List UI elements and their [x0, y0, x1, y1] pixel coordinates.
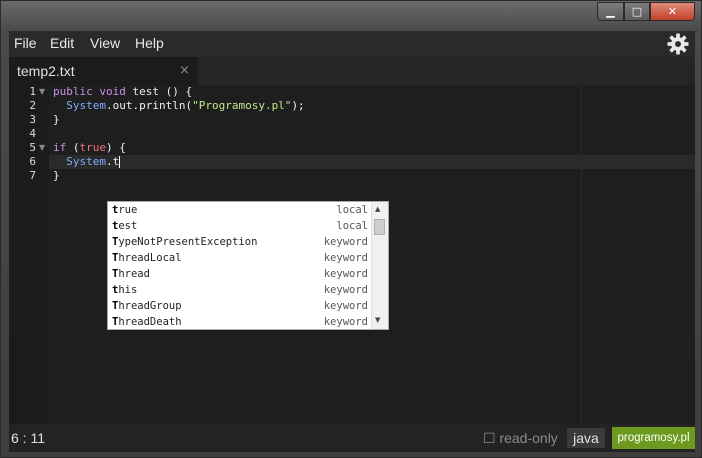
autocomplete-item[interactable]: TypeNotPresentException keyword [108, 234, 372, 250]
autocomplete-item[interactable]: true local [108, 202, 372, 218]
minimize-button[interactable]: ▁ [597, 2, 624, 21]
code-line-5: if (true) { [53, 141, 126, 154]
menu-edit[interactable]: Edit [50, 35, 74, 51]
tab-bar: temp2.txt × [9, 57, 695, 85]
autocomplete-item[interactable]: ThreadLocal keyword [108, 250, 372, 266]
code-line-6: System.t [66, 155, 121, 168]
read-only-toggle[interactable]: ☐ read-only [483, 430, 558, 447]
autocomplete-item[interactable]: ThreadGroup keyword [108, 298, 372, 314]
maximize-icon: □ [631, 5, 643, 18]
editor-app: File Edit View Help temp2.txt × 1 ▼ 2 3 … [9, 31, 695, 452]
autocomplete-scrollbar[interactable]: ▲ ▼ [371, 202, 388, 329]
text-cursor [119, 156, 121, 168]
autocomplete-item[interactable]: ThreadDeath keyword [108, 314, 372, 330]
menu-bar: File Edit View Help [9, 31, 695, 57]
maximize-button[interactable]: □ [624, 2, 650, 21]
line-gutter: 1 ▼ 2 3 4 5 ▼ 6 7 [9, 85, 49, 424]
brand-logo: programosy.pl [612, 427, 695, 449]
code-editor[interactable]: public void test () { System.out.println… [49, 85, 695, 424]
tab-label: temp2.txt [17, 63, 75, 79]
menu-help[interactable]: Help [135, 35, 164, 51]
autocomplete-item[interactable]: test local [108, 218, 372, 234]
menu-view[interactable]: View [90, 35, 120, 51]
tab-close-icon[interactable]: × [179, 63, 190, 78]
status-bar: 6 : 11 ☐ read-only java programosy.pl [9, 424, 695, 452]
line-number: 1 [29, 85, 36, 98]
scroll-down-icon[interactable]: ▼ [375, 316, 380, 324]
scroll-up-icon[interactable]: ▲ [375, 205, 380, 213]
menu-file[interactable]: File [14, 35, 37, 51]
line-number: 4 [29, 127, 36, 140]
close-icon: ✕ [667, 5, 678, 18]
minimize-icon: ▁ [606, 5, 615, 18]
tab-temp2-txt[interactable]: temp2.txt × [9, 57, 198, 85]
gear-icon[interactable] [667, 33, 689, 55]
code-line-1: public void test () { [53, 85, 193, 98]
language-mode[interactable]: java [567, 428, 605, 448]
close-window-button[interactable]: ✕ [650, 2, 695, 21]
active-line-highlight [49, 155, 695, 169]
autocomplete-item[interactable]: Thread keyword [108, 266, 372, 282]
line-number: 6 [29, 155, 36, 168]
print-margin [581, 85, 582, 424]
fold-arrow-icon[interactable]: ▼ [39, 141, 45, 155]
window-frame: ▁ □ ✕ File Edit View Help temp2.txt × 1 … [0, 0, 702, 458]
fold-arrow-icon[interactable]: ▼ [39, 85, 45, 99]
autocomplete-popup: true local test local TypeNotPresentExcept… [107, 201, 389, 330]
code-line-3: } [53, 113, 60, 126]
line-number: 7 [29, 169, 36, 182]
scrollbar-thumb[interactable] [374, 219, 385, 235]
window-controls: ▁ □ ✕ [597, 2, 695, 21]
autocomplete-item[interactable]: this keyword [108, 282, 372, 298]
line-number: 3 [29, 113, 36, 126]
cursor-position: 6 : 11 [11, 430, 45, 446]
line-number: 2 [29, 99, 36, 112]
code-line-7: } [53, 169, 60, 182]
code-line-2: System.out.println("Programosy.pl"); [66, 99, 305, 112]
line-number: 5 [29, 141, 36, 154]
